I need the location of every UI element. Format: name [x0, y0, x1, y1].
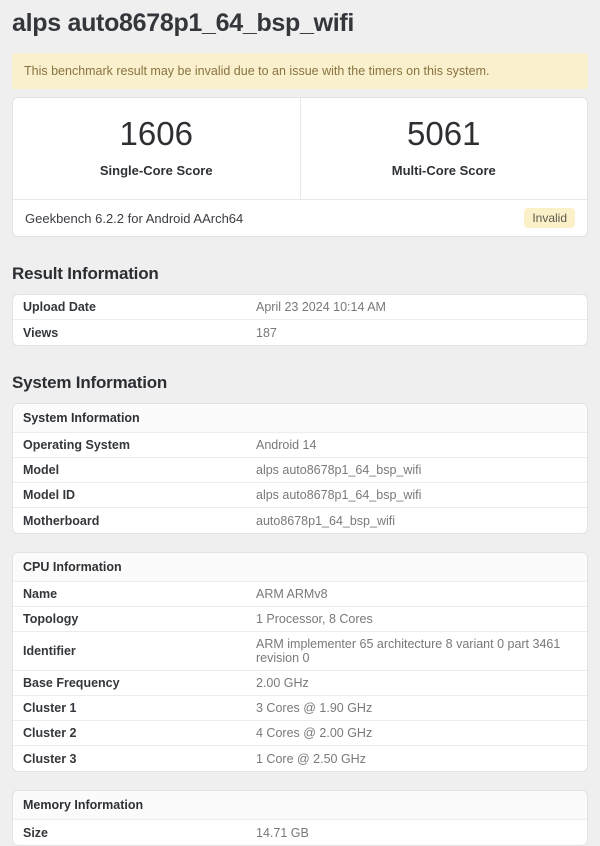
table-row: Topology 1 Processor, 8 Cores — [13, 607, 587, 632]
system-information-heading: System Information — [12, 373, 168, 392]
table-section-header: Memory Information — [13, 791, 587, 820]
table-section-header: System Information — [13, 404, 587, 433]
table-row: Name ARM ARMv8 — [13, 582, 587, 607]
benchmark-result-page: alps auto8678p1_64_bsp_wifi This benchma… — [0, 0, 600, 846]
row-value: alps auto8678p1_64_bsp_wifi — [256, 463, 422, 477]
table-row: Upload Date April 23 2024 10:14 AM — [13, 295, 587, 320]
result-information-table: Upload Date April 23 2024 10:14 AM Views… — [12, 294, 588, 346]
table-row: Size 14.71 GB — [13, 820, 587, 845]
table-row: Cluster 2 4 Cores @ 2.00 GHz — [13, 721, 587, 746]
warning-text: This benchmark result may be invalid due… — [24, 64, 490, 78]
row-label: Size — [23, 825, 49, 840]
geekbench-version-text: Geekbench 6.2.2 for Android AArch64 — [25, 210, 244, 226]
table-row: Model ID alps auto8678p1_64_bsp_wifi — [13, 483, 587, 508]
page-title: alps auto8678p1_64_bsp_wifi — [12, 9, 355, 37]
row-label: Cluster 3 — [23, 751, 77, 766]
row-value: Android 14 — [256, 438, 317, 452]
row-label: Cluster 2 — [23, 726, 77, 740]
invalid-status-badge: Invalid — [524, 208, 575, 228]
row-label: Model ID — [23, 488, 76, 502]
row-value: April 23 2024 10:14 AM — [256, 300, 386, 314]
single-core-score-cell: 1606 Single-Core Score — [13, 98, 301, 199]
row-label: Upload Date — [23, 300, 96, 314]
memory-information-table: Memory Information Size 14.71 GB — [12, 790, 588, 846]
system-information-table: System Information Operating System Andr… — [12, 403, 588, 534]
multi-core-score-value: 5061 — [407, 115, 481, 152]
row-label: Operating System — [23, 438, 130, 452]
table-section-header: CPU Information — [13, 553, 587, 582]
row-label: Identifier — [23, 644, 76, 658]
row-label: Cluster 1 — [23, 701, 77, 715]
score-card-footer: Geekbench 6.2.2 for Android AArch64 Inva… — [13, 199, 587, 236]
table-row: Base Frequency 2.00 GHz — [13, 671, 587, 696]
row-value: 187 — [256, 325, 277, 340]
row-value: 4 Cores @ 2.00 GHz — [256, 726, 373, 740]
row-value: 3 Cores @ 1.90 GHz — [256, 701, 373, 715]
row-label: Motherboard — [23, 513, 100, 528]
row-label: Base Frequency — [23, 676, 120, 690]
row-label: Views — [23, 325, 59, 340]
row-label: Topology — [23, 612, 79, 626]
row-value: 1 Core @ 2.50 GHz — [256, 751, 366, 766]
table-row: Cluster 1 3 Cores @ 1.90 GHz — [13, 696, 587, 721]
table-row: Views 187 — [13, 320, 587, 345]
multi-core-score-cell: 5061 Multi-Core Score — [301, 98, 588, 199]
invalid-timers-warning-banner: This benchmark result may be invalid due… — [12, 53, 588, 89]
row-label: Model — [23, 463, 60, 477]
row-value: ARM ARMv8 — [256, 587, 328, 601]
row-label: Name — [23, 587, 58, 601]
row-value: ARM implementer 65 architecture 8 varian… — [256, 637, 561, 665]
row-value: auto8678p1_64_bsp_wifi — [256, 513, 396, 528]
table-row: Motherboard auto8678p1_64_bsp_wifi — [13, 508, 587, 533]
result-information-heading: Result Information — [12, 264, 159, 283]
row-value: alps auto8678p1_64_bsp_wifi — [256, 488, 422, 502]
score-row: 1606 Single-Core Score 5061 Multi-Core S… — [13, 98, 587, 199]
table-row: Model alps auto8678p1_64_bsp_wifi — [13, 458, 587, 483]
cpu-information-table: CPU Information Name ARM ARMv8 Topology … — [12, 552, 588, 772]
row-value: 14.71 GB — [256, 825, 309, 840]
table-row: Operating System Android 14 — [13, 433, 587, 458]
single-core-score-value: 1606 — [119, 115, 193, 152]
table-row: Identifier ARM implementer 65 architectu… — [13, 632, 587, 671]
score-card: 1606 Single-Core Score 5061 Multi-Core S… — [12, 97, 588, 237]
multi-core-score-label: Multi-Core Score — [391, 163, 496, 178]
table-row: Cluster 3 1 Core @ 2.50 GHz — [13, 746, 587, 771]
row-value: 2.00 GHz — [256, 676, 309, 690]
row-value: 1 Processor, 8 Cores — [256, 612, 373, 626]
single-core-score-label: Single-Core Score — [99, 163, 213, 178]
